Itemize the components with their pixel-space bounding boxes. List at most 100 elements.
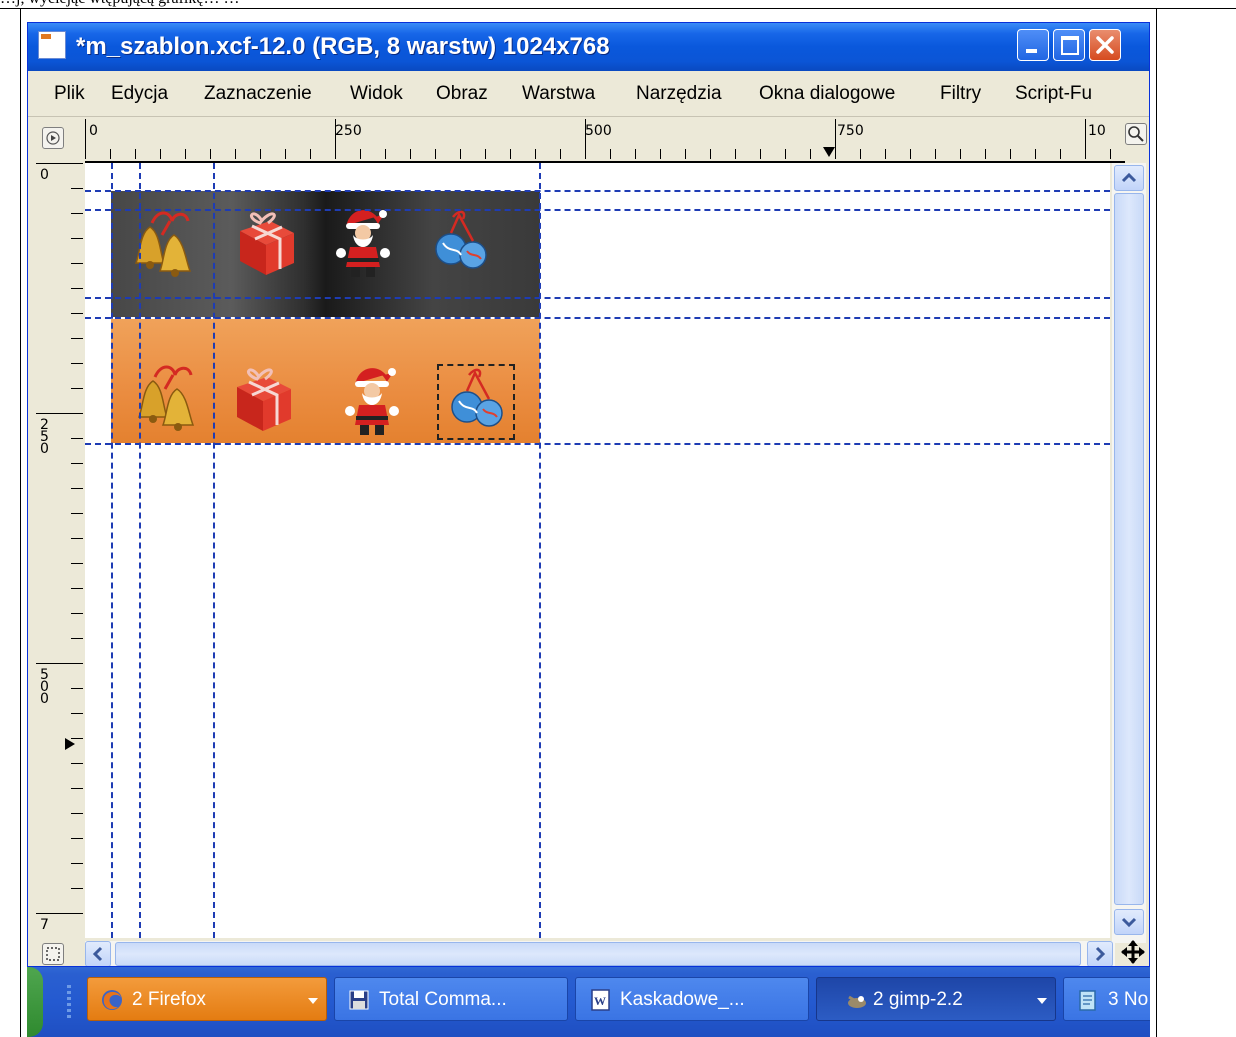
ruler-tick bbox=[610, 149, 611, 159]
chevron-down-icon bbox=[1121, 917, 1137, 928]
ruler-tick bbox=[635, 149, 636, 159]
scroll-down-button[interactable] bbox=[1114, 909, 1144, 935]
menu-narzedzia[interactable]: Narzędzia bbox=[636, 83, 722, 105]
ruler-tick bbox=[71, 313, 83, 314]
ruler-tick bbox=[935, 149, 936, 159]
start-button[interactable] bbox=[27, 967, 43, 1037]
guide-vertical[interactable] bbox=[539, 163, 541, 938]
guide-horizontal[interactable] bbox=[85, 443, 1110, 445]
close-icon bbox=[1096, 36, 1114, 54]
guide-vertical[interactable] bbox=[139, 163, 141, 938]
menu-filtry[interactable]: Filtry bbox=[940, 83, 981, 105]
gift-icon bbox=[240, 212, 294, 275]
ruler-tick bbox=[435, 149, 436, 159]
task-firefox[interactable]: 2 Firefox bbox=[87, 977, 327, 1021]
ruler-tick bbox=[260, 149, 261, 159]
ruler-h-label-0: 0 bbox=[89, 123, 98, 139]
horizontal-scroll-thumb[interactable] bbox=[115, 942, 1081, 966]
taskbar-grip[interactable] bbox=[67, 985, 71, 1019]
guide-horizontal[interactable] bbox=[85, 190, 1110, 192]
chevron-down-icon bbox=[1037, 998, 1047, 1004]
guide-horizontal[interactable] bbox=[85, 317, 1110, 319]
table-border-left bbox=[20, 8, 21, 1037]
ruler-h-label-750: 750 bbox=[837, 123, 864, 139]
ruler-tick bbox=[71, 638, 83, 639]
guide-horizontal[interactable] bbox=[85, 209, 1110, 211]
minimize-button[interactable] bbox=[1017, 29, 1049, 61]
ruler-tick bbox=[1085, 119, 1086, 159]
scroll-left-button[interactable] bbox=[85, 941, 111, 966]
quick-mask-toggle-button[interactable] bbox=[42, 127, 64, 149]
ruler-tick bbox=[1010, 149, 1011, 159]
ruler-tick bbox=[1035, 149, 1036, 159]
task-total-commander[interactable]: Total Comma... bbox=[334, 977, 568, 1021]
ruler-tick bbox=[485, 149, 486, 159]
ruler-tick bbox=[160, 149, 161, 159]
menu-okna-dialogowe[interactable]: Okna dialogowe bbox=[759, 83, 895, 105]
ruler-v-label-0: 0 bbox=[40, 167, 49, 183]
vertical-scroll-thumb[interactable] bbox=[1114, 193, 1144, 905]
guide-vertical[interactable] bbox=[111, 163, 113, 938]
ruler-tick bbox=[71, 863, 83, 864]
chevron-up-icon bbox=[1121, 172, 1137, 183]
ruler-tick bbox=[71, 438, 83, 439]
vertical-ruler[interactable]: 0 250 500 7 bbox=[36, 163, 87, 938]
ruler-tick bbox=[36, 663, 83, 664]
ruler-tick bbox=[835, 119, 836, 159]
gift-icon bbox=[237, 368, 291, 431]
ruler-tick bbox=[71, 488, 83, 489]
floppy-disk-icon bbox=[349, 990, 369, 1010]
image-canvas[interactable] bbox=[85, 163, 1110, 938]
ruler-tick bbox=[36, 413, 83, 414]
guide-vertical[interactable] bbox=[213, 163, 215, 938]
task-notepad[interactable]: 3 No bbox=[1063, 977, 1150, 1021]
maximize-button[interactable] bbox=[1053, 29, 1085, 61]
ruler-tick bbox=[71, 388, 83, 389]
ruler-tick bbox=[310, 149, 311, 159]
navigate-button[interactable] bbox=[42, 943, 64, 965]
bells-icon bbox=[137, 365, 195, 431]
ruler-tick bbox=[185, 149, 186, 159]
ruler-tick bbox=[810, 149, 811, 159]
guide-horizontal[interactable] bbox=[85, 297, 1110, 299]
ruler-tick bbox=[85, 119, 86, 159]
svg-text:W: W bbox=[594, 994, 606, 1008]
zoom-to-fit-button[interactable] bbox=[1125, 123, 1147, 145]
gimp-icon bbox=[848, 995, 866, 1008]
menu-plik[interactable]: Plik bbox=[54, 83, 85, 105]
menu-script-fu[interactable]: Script-Fu bbox=[1015, 83, 1092, 105]
ruler-tick bbox=[71, 788, 83, 789]
horizontal-scrollbar[interactable] bbox=[85, 941, 1115, 966]
menu-edycja[interactable]: Edycja bbox=[111, 83, 168, 105]
menu-widok[interactable]: Widok bbox=[350, 83, 403, 105]
ruler-v-label-250: 250 bbox=[40, 417, 49, 457]
ruler-tick bbox=[1110, 149, 1111, 159]
ruler-tick bbox=[71, 713, 83, 714]
move-navigation-icon[interactable] bbox=[1120, 939, 1146, 965]
ruler-tick bbox=[585, 119, 586, 159]
horizontal-ruler[interactable]: 0 250 500 750 10 bbox=[85, 119, 1125, 163]
ornaments-icon bbox=[435, 210, 487, 269]
ruler-tick bbox=[71, 288, 83, 289]
navigation-icon bbox=[46, 947, 60, 961]
menu-warstwa[interactable]: Warstwa bbox=[522, 83, 595, 105]
ruler-tick bbox=[71, 513, 83, 514]
menu-obraz[interactable]: Obraz bbox=[436, 83, 488, 105]
vertical-scrollbar[interactable] bbox=[1112, 163, 1146, 943]
scroll-right-button[interactable] bbox=[1087, 941, 1113, 966]
magnifier-icon bbox=[1128, 126, 1144, 142]
ruler-tick bbox=[285, 149, 286, 159]
ruler-tick bbox=[785, 149, 786, 159]
title-bar[interactable]: *m_szablon.xcf-12.0 (RGB, 8 warstw) 1024… bbox=[28, 23, 1149, 71]
ruler-tick bbox=[660, 149, 661, 159]
santa-icon bbox=[336, 210, 390, 277]
close-button[interactable] bbox=[1089, 29, 1121, 61]
scroll-up-button[interactable] bbox=[1114, 165, 1144, 191]
play-icon bbox=[46, 131, 60, 145]
pointer-position-marker-v-icon bbox=[65, 738, 75, 750]
task-gimp[interactable]: 2 gimp-2.2 bbox=[816, 977, 1056, 1021]
word-document-icon: W bbox=[591, 989, 610, 1011]
menu-zaznaczenie[interactable]: Zaznaczenie bbox=[204, 83, 312, 105]
task-word-document[interactable]: W Kaskadowe_... bbox=[575, 977, 809, 1021]
ruler-tick bbox=[71, 238, 83, 239]
